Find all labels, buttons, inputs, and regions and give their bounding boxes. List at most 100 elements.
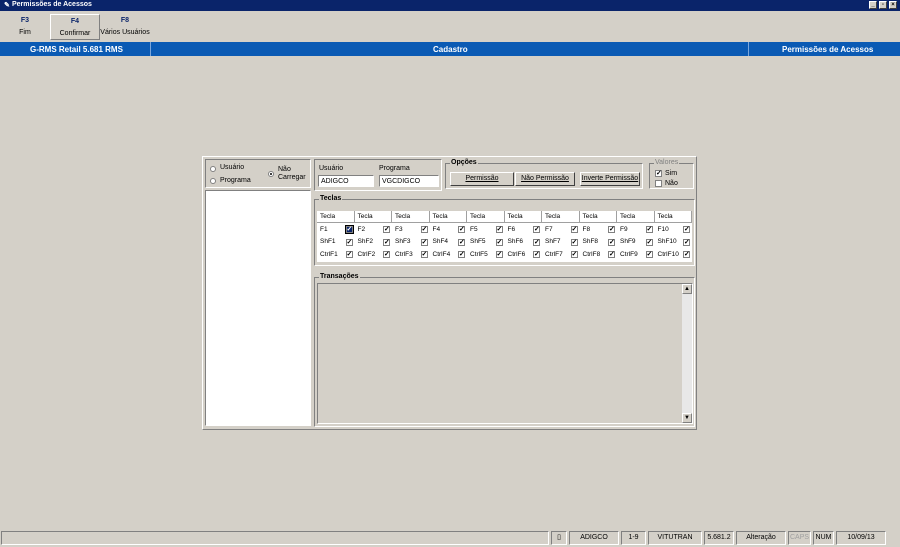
toolbar-button-fim[interactable]: F3 Fim xyxy=(2,14,48,40)
tecla-column-header: Tecla xyxy=(654,211,692,223)
valores-title: Valores xyxy=(654,159,680,166)
status-date: 10/09/13 xyxy=(836,531,886,545)
tecla-key-label: F8 xyxy=(582,225,591,233)
tecla-key-label: ShF3 xyxy=(395,238,411,245)
tecla-key-label: F4 xyxy=(432,225,441,233)
toolbar: F3 Fim F4 Confirmar F8 Vários Usuários xyxy=(0,11,900,41)
minimize-button[interactable]: _ xyxy=(869,1,877,9)
tecla-checkbox[interactable]: ✓ xyxy=(608,238,615,246)
tecla-checkbox[interactable]: ✓ xyxy=(533,238,540,246)
transacoes-list[interactable]: ▲ ▼ xyxy=(317,283,693,424)
tecla-checkbox[interactable]: ✓ xyxy=(570,238,578,246)
sim-checkbox[interactable]: ✓ xyxy=(655,170,662,177)
tecla-checkbox[interactable]: ✓ xyxy=(645,238,653,246)
tecla-key-label: F1 xyxy=(320,225,328,233)
tecla-checkbox[interactable]: ✓ xyxy=(420,226,428,233)
scroll-up-icon[interactable]: ▲ xyxy=(682,284,692,294)
tecla-key-label: CtrlF10 xyxy=(657,250,679,258)
tecla-checkbox[interactable]: ✓ xyxy=(383,251,390,258)
tecla-key-label: F10 xyxy=(657,225,669,233)
usuario-input[interactable]: ADIGCO xyxy=(318,175,374,187)
tecla-checkbox[interactable]: ✓ xyxy=(570,226,578,233)
tecla-key-label: ShF9 xyxy=(620,238,636,245)
programa-label: Programa xyxy=(379,165,410,172)
tecla-key-label: F2 xyxy=(357,225,366,233)
section-name: Cadastro xyxy=(433,45,468,54)
tecla-checkbox[interactable]: ✓ xyxy=(495,251,503,258)
tecla-column-header: Tecla xyxy=(317,211,355,223)
tecla-checkbox[interactable]: ✓ xyxy=(608,226,615,233)
tecla-key-label: CtrlF6 xyxy=(507,250,526,258)
tecla-checkbox[interactable]: ✓ xyxy=(345,238,353,246)
close-button[interactable]: × xyxy=(889,1,897,9)
radio-programa[interactable] xyxy=(210,178,216,184)
restore-button[interactable]: ▫ xyxy=(879,1,887,9)
radio-usuario-label: Usuário xyxy=(220,164,245,171)
tecla-checkbox[interactable]: ✓ xyxy=(683,251,690,258)
tecla-checkbox[interactable]: ✓ xyxy=(645,251,653,258)
inverte-permissao-button[interactable]: Inverte Permissão xyxy=(580,172,640,186)
radio-programa-label: Programa xyxy=(220,177,251,184)
valores-group: Valores ✓ Sim Não xyxy=(649,159,694,189)
tecla-key-label: CtrlF8 xyxy=(582,250,601,258)
tecla-column-header: Tecla xyxy=(392,211,430,223)
tecla-checkbox[interactable]: ✓ xyxy=(345,251,353,258)
tecla-key-label: CtrlF4 xyxy=(432,250,451,258)
app-icon: ✎ xyxy=(4,2,10,9)
tecla-checkbox[interactable]: ✓ xyxy=(570,251,578,258)
tecla-key-label: CtrlF2 xyxy=(357,250,376,258)
tecla-column-header: Tecla xyxy=(542,211,580,223)
tecla-checkbox[interactable]: ✓ xyxy=(495,238,503,246)
sim-label: Sim xyxy=(665,170,678,177)
tecla-key-label: CtrlF1 xyxy=(320,250,338,258)
tecla-checkbox[interactable]: ✓ xyxy=(533,226,540,233)
tecla-checkbox[interactable]: ✓ xyxy=(683,226,690,233)
tecla-checkbox[interactable]: ✓ xyxy=(495,226,503,233)
tecla-checkbox[interactable]: ✓ xyxy=(383,238,390,246)
scroll-down-icon[interactable]: ▼ xyxy=(682,413,692,423)
usuario-label: Usuário xyxy=(319,165,344,172)
tecla-checkbox[interactable]: ✓ xyxy=(458,251,465,258)
tecla-column-header: Tecla xyxy=(467,211,505,223)
tecla-key-label: F5 xyxy=(470,225,478,233)
app-name: G-RMS Retail 5.681 RMS xyxy=(30,45,123,54)
toolbar-button-confirmar[interactable]: F4 Confirmar xyxy=(50,14,100,40)
toolbar-label: Confirmar xyxy=(59,30,91,37)
toolbar-key: F3 xyxy=(20,17,30,24)
tecla-column-header: Tecla xyxy=(429,211,467,223)
toolbar-key: F8 xyxy=(120,17,130,24)
tecla-checkbox[interactable]: ✓ xyxy=(645,226,653,233)
tecla-checkbox[interactable]: ✓ xyxy=(420,238,428,246)
tecla-key-label: ShF8 xyxy=(582,238,599,245)
transacoes-scrollbar[interactable]: ▲ ▼ xyxy=(682,284,692,423)
nao-label: Não xyxy=(665,180,678,187)
status-version: 5.681.2 xyxy=(704,531,734,545)
radio-usuario[interactable] xyxy=(210,166,216,172)
tecla-checkbox[interactable]: ✓ xyxy=(458,238,465,246)
tecla-checkbox[interactable]: ✓ xyxy=(458,226,465,233)
user-list[interactable] xyxy=(205,190,311,426)
tecla-column-header: Tecla xyxy=(504,211,542,223)
toolbar-button-varios-usuarios[interactable]: F8 Vários Usuários xyxy=(100,14,150,40)
nao-checkbox[interactable] xyxy=(655,180,662,187)
nao-permissao-button[interactable]: Não Permissão xyxy=(515,172,575,186)
tecla-key-label: ShF4 xyxy=(432,238,449,245)
tecla-checkbox[interactable]: ✓ xyxy=(683,238,690,246)
tecla-key-label: ShF10 xyxy=(657,238,677,245)
tecla-key-label: CtrlF5 xyxy=(470,250,488,258)
tecla-checkbox[interactable]: ✓ xyxy=(608,251,615,258)
tecla-checkbox[interactable]: ✓ xyxy=(344,225,354,234)
programa-input[interactable]: VGCDIGCO xyxy=(379,175,439,187)
permissao-button[interactable]: Permissão xyxy=(450,172,514,186)
tecla-key-label: F6 xyxy=(507,225,516,233)
tecla-key-label: ShF7 xyxy=(545,238,561,245)
tecla-key-label: CtrlF3 xyxy=(395,250,413,258)
screen-name: Permissões de Acessos xyxy=(782,45,874,54)
tecla-column-header: Tecla xyxy=(617,211,655,223)
tecla-checkbox[interactable]: ✓ xyxy=(420,251,428,258)
status-message xyxy=(1,531,549,545)
tecla-checkbox[interactable]: ✓ xyxy=(383,226,390,233)
tecla-checkbox[interactable]: ✓ xyxy=(533,251,540,258)
radio-nao-carregar[interactable] xyxy=(268,171,274,177)
tecla-column-header: Tecla xyxy=(579,211,617,223)
